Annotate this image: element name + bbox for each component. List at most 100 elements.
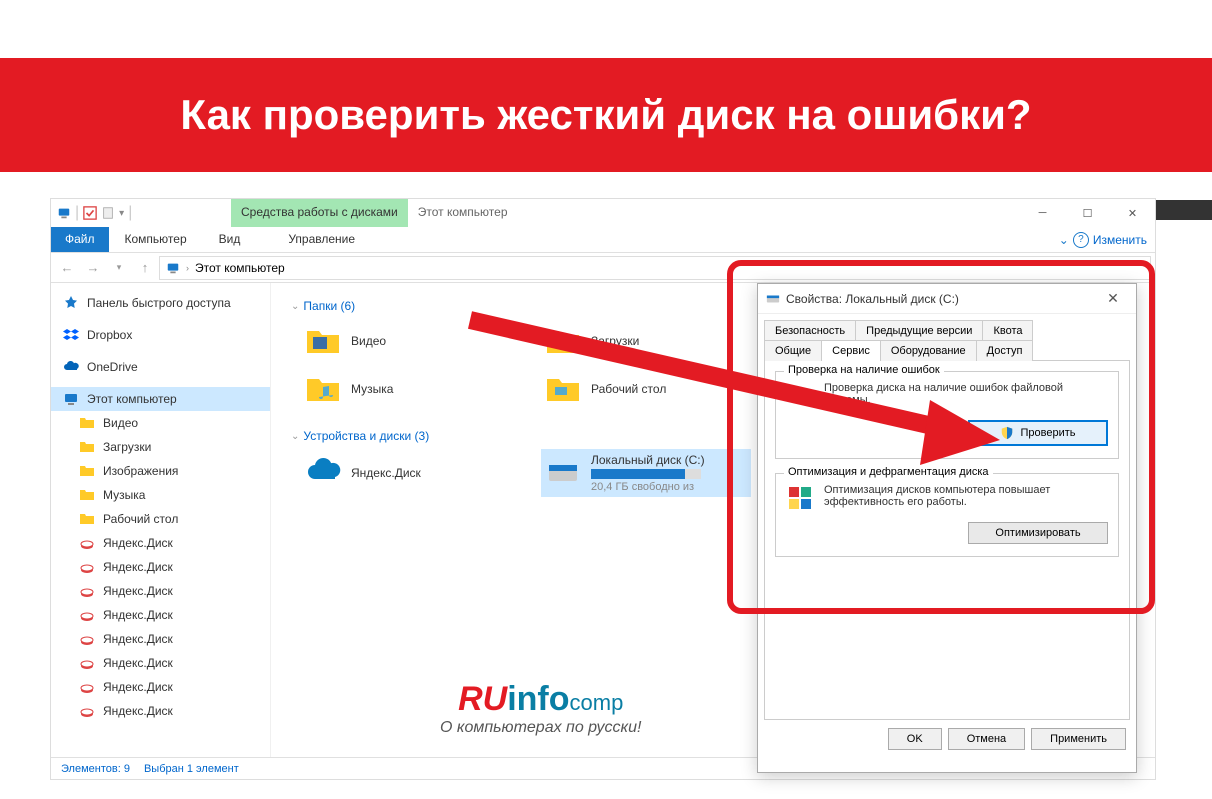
tab-hardware[interactable]: Оборудование bbox=[880, 340, 977, 361]
star-icon bbox=[63, 295, 79, 311]
status-selection: Выбран 1 элемент bbox=[144, 763, 239, 775]
shield-icon bbox=[1000, 426, 1014, 440]
close-button[interactable]: ✕ bbox=[1110, 199, 1155, 227]
tab-previous-versions[interactable]: Предыдущие версии bbox=[855, 320, 983, 341]
yandex-disk-icon bbox=[79, 535, 95, 551]
hdd-icon bbox=[766, 292, 780, 306]
logo-comp: comp bbox=[570, 690, 624, 715]
dropbox-icon bbox=[63, 327, 79, 343]
chevron-down-icon: ⌄ bbox=[291, 431, 299, 442]
properties-dialog: Свойства: Локальный диск (C:) ✕ Безопасн… bbox=[757, 283, 1137, 773]
dialog-tabs: Безопасность Предыдущие версии Квота Общ… bbox=[758, 314, 1136, 360]
titlebar: | ▾ | Средства работы с дисками Этот ком… bbox=[51, 199, 1155, 227]
ribbon-tab-computer[interactable]: Компьютер bbox=[109, 227, 203, 252]
ribbon-tab-view[interactable]: Вид bbox=[203, 227, 257, 252]
change-link[interactable]: Изменить bbox=[1093, 233, 1147, 247]
sidebar-item-yandex[interactable]: Яндекс.Диск bbox=[51, 627, 270, 651]
sidebar-item-pictures[interactable]: Изображения bbox=[51, 459, 270, 483]
tab-sharing[interactable]: Доступ bbox=[976, 340, 1034, 361]
context-tab[interactable]: Средства работы с дисками bbox=[231, 199, 408, 227]
yandex-disk-icon bbox=[79, 559, 95, 575]
maximize-button[interactable]: ☐ bbox=[1065, 199, 1110, 227]
error-checking-group: Проверка на наличие ошибок Проверка диск… bbox=[775, 371, 1119, 459]
apply-button[interactable]: Применить bbox=[1031, 728, 1126, 750]
tab-quota[interactable]: Квота bbox=[982, 320, 1033, 341]
minimize-button[interactable]: ─ bbox=[1020, 199, 1065, 227]
breadcrumb-text: Этот компьютер bbox=[195, 261, 285, 275]
check-button[interactable]: Проверить bbox=[968, 420, 1108, 446]
sidebar-item-yandex[interactable]: Яндекс.Диск bbox=[51, 699, 270, 723]
sidebar-item-video[interactable]: Видео bbox=[51, 411, 270, 435]
ribbon-file[interactable]: Файл bbox=[51, 227, 109, 252]
sidebar-quick-access[interactable]: Панель быстрого доступа bbox=[51, 291, 270, 315]
forward-button[interactable]: → bbox=[81, 256, 105, 280]
tab-security[interactable]: Безопасность bbox=[764, 320, 856, 341]
sidebar-onedrive[interactable]: OneDrive bbox=[51, 355, 270, 379]
logo-info: info bbox=[507, 680, 569, 718]
window-controls: ─ ☐ ✕ bbox=[1020, 199, 1155, 227]
sidebar-item-yandex[interactable]: Яндекс.Диск bbox=[51, 675, 270, 699]
up-button[interactable]: ↑ bbox=[133, 256, 157, 280]
breadcrumb[interactable]: › Этот компьютер bbox=[159, 256, 1151, 280]
dialog-close-button[interactable]: ✕ bbox=[1098, 290, 1128, 307]
folder-icon bbox=[305, 323, 341, 359]
ok-button[interactable]: OK bbox=[888, 728, 942, 750]
folder-icon bbox=[545, 371, 581, 407]
group-title: Оптимизация и дефрагментация диска bbox=[784, 466, 993, 478]
back-button[interactable]: ← bbox=[55, 256, 79, 280]
yandex-disk-icon bbox=[79, 583, 95, 599]
cancel-button[interactable]: Отмена bbox=[948, 728, 1025, 750]
help-icon[interactable]: ? bbox=[1073, 232, 1089, 248]
recent-dropdown[interactable]: ▾ bbox=[107, 256, 131, 280]
addressbar: ← → ▾ ↑ › Этот компьютер bbox=[51, 253, 1155, 283]
folder-icon bbox=[545, 323, 581, 359]
onedrive-icon bbox=[305, 455, 341, 491]
sidebar-item-desktop[interactable]: Рабочий стол bbox=[51, 507, 270, 531]
sidebar-dropbox[interactable]: Dropbox bbox=[51, 323, 270, 347]
ribbon: Файл Компьютер Вид Управление ⌄ ? Измени… bbox=[51, 227, 1155, 253]
tab-tools[interactable]: Сервис bbox=[821, 340, 881, 361]
status-count: Элементов: 9 bbox=[61, 763, 130, 775]
doc-icon bbox=[101, 206, 115, 220]
drive-local-c[interactable]: Локальный диск (C:) 20,4 ГБ свободно из bbox=[541, 449, 751, 497]
chevron-down-icon[interactable]: ⌄ bbox=[1059, 233, 1069, 247]
hdd-icon bbox=[786, 382, 814, 410]
folder-music[interactable]: Музыка bbox=[301, 367, 511, 411]
sidebar-item-yandex[interactable]: Яндекс.Диск bbox=[51, 579, 270, 603]
sidebar-item-yandex[interactable]: Яндекс.Диск bbox=[51, 603, 270, 627]
folder-video[interactable]: Видео bbox=[301, 319, 511, 363]
sidebar-this-pc[interactable]: Этот компьютер bbox=[51, 387, 270, 411]
sidebar-item-music[interactable]: Музыка bbox=[51, 483, 270, 507]
qat: | ▾ | bbox=[51, 199, 231, 227]
logo-tagline: О компьютерах по русски! bbox=[440, 719, 641, 737]
yandex-disk-icon bbox=[79, 631, 95, 647]
hdd-icon bbox=[545, 455, 581, 491]
nav-sidebar: Панель быстрого доступа Dropbox OneDrive… bbox=[51, 283, 271, 757]
optim-desc: Оптимизация дисков компьютера повышает э… bbox=[824, 484, 1108, 508]
chevron-down-icon: ⌄ bbox=[291, 301, 299, 312]
folder-icon bbox=[79, 511, 95, 527]
folder-icon bbox=[79, 463, 95, 479]
folder-icon bbox=[305, 371, 341, 407]
tab-general[interactable]: Общие bbox=[764, 340, 822, 361]
dialog-titlebar: Свойства: Локальный диск (C:) ✕ bbox=[758, 284, 1136, 314]
check-desc: Проверка диска на наличие ошибок файлово… bbox=[824, 382, 1108, 406]
site-logo: RUinfocomp О компьютерах по русски! bbox=[440, 680, 641, 737]
folder-icon bbox=[79, 439, 95, 455]
drive-yandex[interactable]: Яндекс.Диск bbox=[301, 449, 511, 497]
sidebar-item-yandex[interactable]: Яндекс.Диск bbox=[51, 531, 270, 555]
article-banner: Как проверить жесткий диск на ошибки? bbox=[0, 58, 1212, 172]
pc-icon bbox=[166, 261, 180, 275]
optimize-button[interactable]: Оптимизировать bbox=[968, 522, 1108, 544]
sidebar-item-downloads[interactable]: Загрузки bbox=[51, 435, 270, 459]
yandex-disk-icon bbox=[79, 679, 95, 695]
ribbon-tab-manage[interactable]: Управление bbox=[272, 227, 371, 252]
sidebar-item-yandex[interactable]: Яндекс.Диск bbox=[51, 651, 270, 675]
dialog-title: Свойства: Локальный диск (C:) bbox=[786, 292, 959, 306]
yandex-disk-icon bbox=[79, 655, 95, 671]
defrag-icon bbox=[786, 484, 814, 512]
folder-desktop[interactable]: Рабочий стол bbox=[541, 367, 751, 411]
checkbox-icon bbox=[83, 206, 97, 220]
sidebar-item-yandex[interactable]: Яндекс.Диск bbox=[51, 555, 270, 579]
folder-downloads[interactable]: Загрузки bbox=[541, 319, 751, 363]
